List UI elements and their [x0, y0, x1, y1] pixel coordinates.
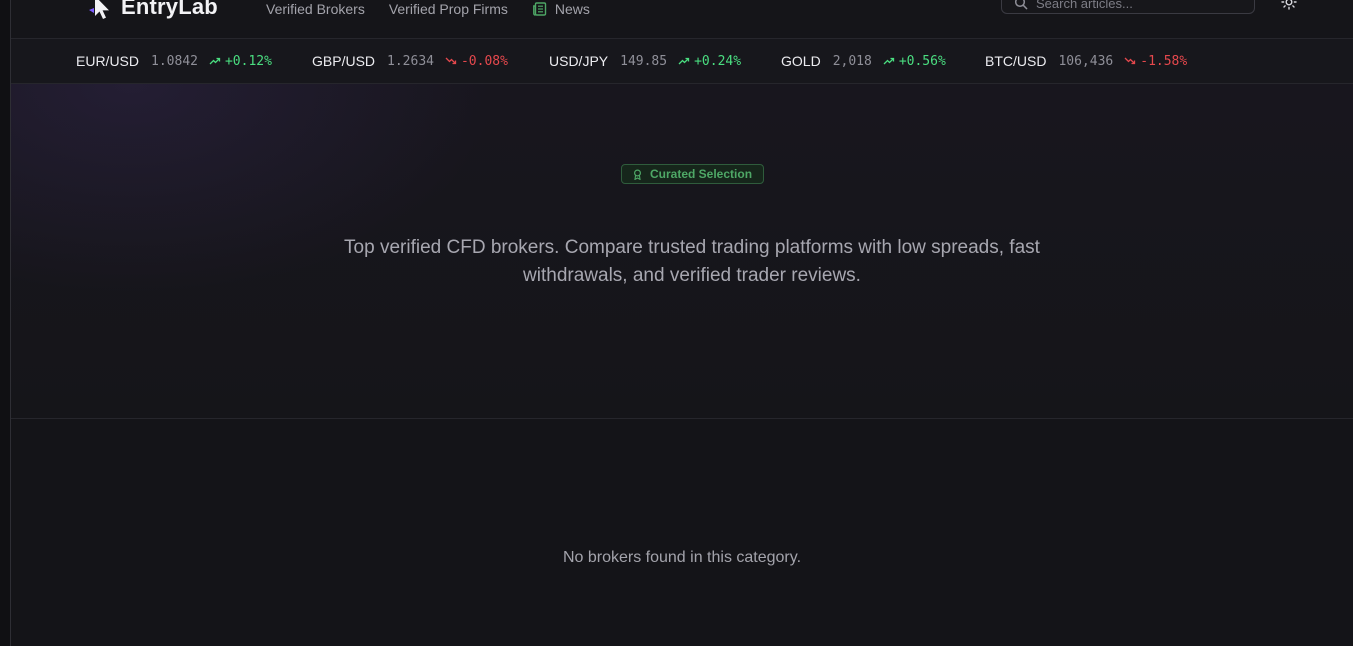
- ticker-item-btcusd[interactable]: BTC/USD 106,436 -1.58%: [985, 39, 1187, 83]
- ticker-change: +0.24%: [694, 53, 742, 69]
- ticker-change: +0.56%: [898, 53, 946, 69]
- trending-up-icon: [883, 57, 894, 65]
- top-navigation-bar: EntryLab Verified Brokers Verified Prop …: [11, 0, 1353, 39]
- search-box[interactable]: [1001, 0, 1255, 14]
- search-icon: [1014, 0, 1028, 10]
- cursor-arrow-logo-icon: [89, 0, 109, 19]
- main-nav: Verified Brokers Verified Prop Firms New…: [266, 0, 590, 18]
- nav-verified-prop-firms[interactable]: Verified Prop Firms: [389, 1, 508, 17]
- trending-up-icon: [209, 57, 221, 65]
- ticker-item-eurusd[interactable]: EUR/USD 1.0842 +0.12%: [76, 39, 272, 83]
- ticker-item-usdjpy[interactable]: USD/JPY 149.85 +0.24%: [549, 39, 741, 83]
- ticker-symbol: GOLD: [781, 53, 821, 69]
- hero-description: Top verified CFD brokers. Compare truste…: [344, 237, 1040, 286]
- logo-wordmark: EntryLab: [121, 0, 218, 19]
- trending-down-icon: [1124, 57, 1136, 65]
- ticker-change: +0.12%: [224, 53, 272, 69]
- ticker-symbol: EUR/USD: [76, 53, 140, 69]
- ticker-symbol: GBP/USD: [312, 53, 376, 69]
- nav-news-label: News: [554, 1, 590, 17]
- ticker-price: 106,436: [1058, 53, 1114, 69]
- ticker-change: -0.08%: [460, 53, 508, 69]
- broker-results: No brokers found in this category.: [11, 419, 1353, 646]
- sun-icon[interactable]: [1281, 0, 1297, 10]
- search-input[interactable]: [1036, 0, 1236, 11]
- award-icon: [633, 168, 642, 180]
- ticker-price: 2,018: [832, 53, 872, 69]
- hero-section: Curated Selection Top verified CFD broke…: [11, 84, 1353, 419]
- page: EntryLab Verified Brokers Verified Prop …: [0, 0, 1353, 646]
- trending-down-icon: [445, 57, 457, 65]
- trending-up-icon: [678, 57, 690, 65]
- ticker-price: 1.0842: [151, 53, 198, 69]
- newspaper-icon: [532, 2, 547, 16]
- ticker-price: 149.85: [620, 53, 668, 69]
- market-ticker: EUR/USD 1.0842 +0.12% GBP/USD 1.2634 -0.…: [11, 39, 1353, 84]
- ticker-symbol: USD/JPY: [549, 53, 609, 69]
- curated-selection-badge: Curated Selection: [621, 164, 765, 184]
- left-window-edge: [0, 0, 11, 646]
- nav-verified-brokers[interactable]: Verified Brokers: [266, 1, 365, 17]
- ticker-item-gold[interactable]: GOLD 2,018 +0.56%: [781, 39, 946, 83]
- ticker-price: 1.2634: [387, 53, 434, 69]
- ticker-change: -1.58%: [1140, 53, 1188, 69]
- ticker-symbol: BTC/USD: [985, 53, 1047, 69]
- nav-news[interactable]: News: [532, 1, 590, 17]
- site-logo[interactable]: EntryLab: [87, 0, 218, 20]
- badge-label: Curated Selection: [650, 167, 753, 181]
- empty-state-message: No brokers found in this category.: [562, 549, 802, 566]
- ticker-item-gbpusd[interactable]: GBP/USD 1.2634 -0.08%: [312, 39, 508, 83]
